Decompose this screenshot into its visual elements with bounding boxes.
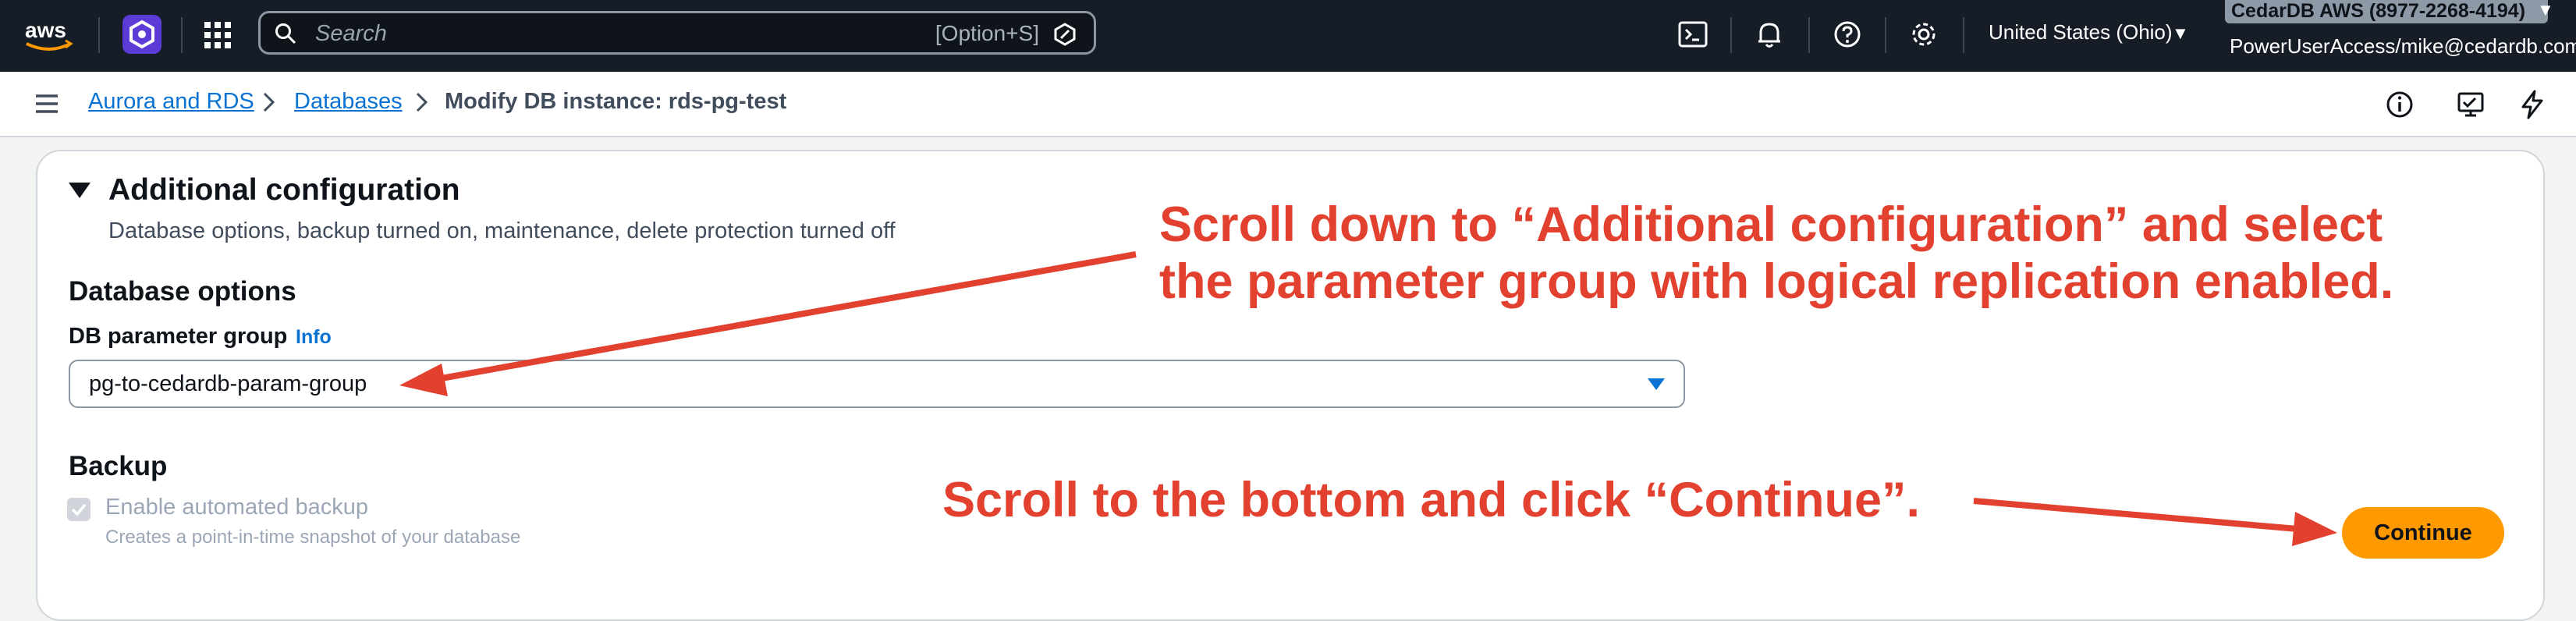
account-menu[interactable]: CedarDB AWS (8977-2268-4194) [2225,0,2548,23]
notifications-bell-icon[interactable] [1752,17,1787,51]
chevron-right-icon [416,92,428,112]
annotation-text-top-line1: Scroll down to “Additional configuration… [1159,197,2383,252]
expand-collapse-caret-icon[interactable] [69,183,90,198]
search-placeholder: Search [315,21,387,46]
breadcrumb-current: Modify DB instance: rds-pg-test [445,89,787,114]
breadcrumb-bar: Aurora and RDS Databases Modify DB insta… [0,72,2576,137]
section-description: Database options, backup turned on, main… [108,218,896,243]
database-options-heading: Database options [69,276,296,307]
enable-automated-backup-description: Creates a point-in-time snapshot of your… [105,527,521,548]
lightning-icon[interactable] [2517,89,2548,120]
caret-down-icon[interactable]: ▼ [2537,0,2554,20]
db-parameter-group-select[interactable]: pg-to-cedardb-param-group [69,360,1685,408]
aws-logo-icon[interactable]: aws [23,16,75,53]
breadcrumb-aurora-rds[interactable]: Aurora and RDS [88,89,254,115]
svg-text:aws: aws [25,18,66,42]
section-title[interactable]: Additional configuration [108,173,460,208]
nav-divider [1730,17,1732,53]
annotation-text-top-line2: the parameter group with logical replica… [1159,254,2394,309]
account-role: PowerUserAccess/mike@cedardb.com [2230,34,2576,58]
info-icon[interactable] [2384,89,2415,120]
cloudshell-icon[interactable] [1676,17,1710,51]
shortcut-settings-icon [1054,23,1076,46]
enable-automated-backup-checkbox[interactable] [67,498,90,521]
search-icon [275,23,296,44]
feedback-screen-icon[interactable] [2456,89,2487,120]
info-link[interactable]: Info [296,326,332,349]
search-input[interactable]: Search [Option+S] [258,11,1096,55]
enable-automated-backup-label: Enable automated backup [105,495,368,520]
nav-divider [1885,17,1886,53]
chevron-right-icon [263,92,275,112]
db-parameter-group-label: DB parameter group [69,324,288,349]
service-favorite-icon[interactable] [122,15,161,54]
top-navigation: aws Search [Option+S] United States (Ohi… [0,0,2576,72]
caret-down-icon [1648,378,1665,390]
nav-divider [181,17,183,53]
menu-hamburger-icon[interactable] [34,94,59,114]
continue-button[interactable]: Continue [2342,507,2504,559]
help-icon[interactable] [1830,17,1865,51]
nav-divider [98,17,100,53]
breadcrumb-databases[interactable]: Databases [294,89,403,115]
caret-down-icon[interactable]: ▼ [2172,23,2189,44]
annotation-text-bottom: Scroll to the bottom and click “Continue… [942,473,1921,527]
account-name: CedarDB AWS (8977-2268-4194) [2231,0,2526,22]
search-shortcut-hint: [Option+S] [935,21,1039,45]
nav-divider [1808,17,1810,53]
db-parameter-group-value: pg-to-cedardb-param-group [89,371,367,396]
settings-gear-icon[interactable] [1907,17,1941,51]
services-grid-icon[interactable] [203,20,232,50]
backup-heading: Backup [69,451,168,481]
region-selector[interactable]: United States (Ohio) [1989,20,2173,44]
checkmark-icon [71,503,87,516]
nav-divider [1963,17,1964,53]
